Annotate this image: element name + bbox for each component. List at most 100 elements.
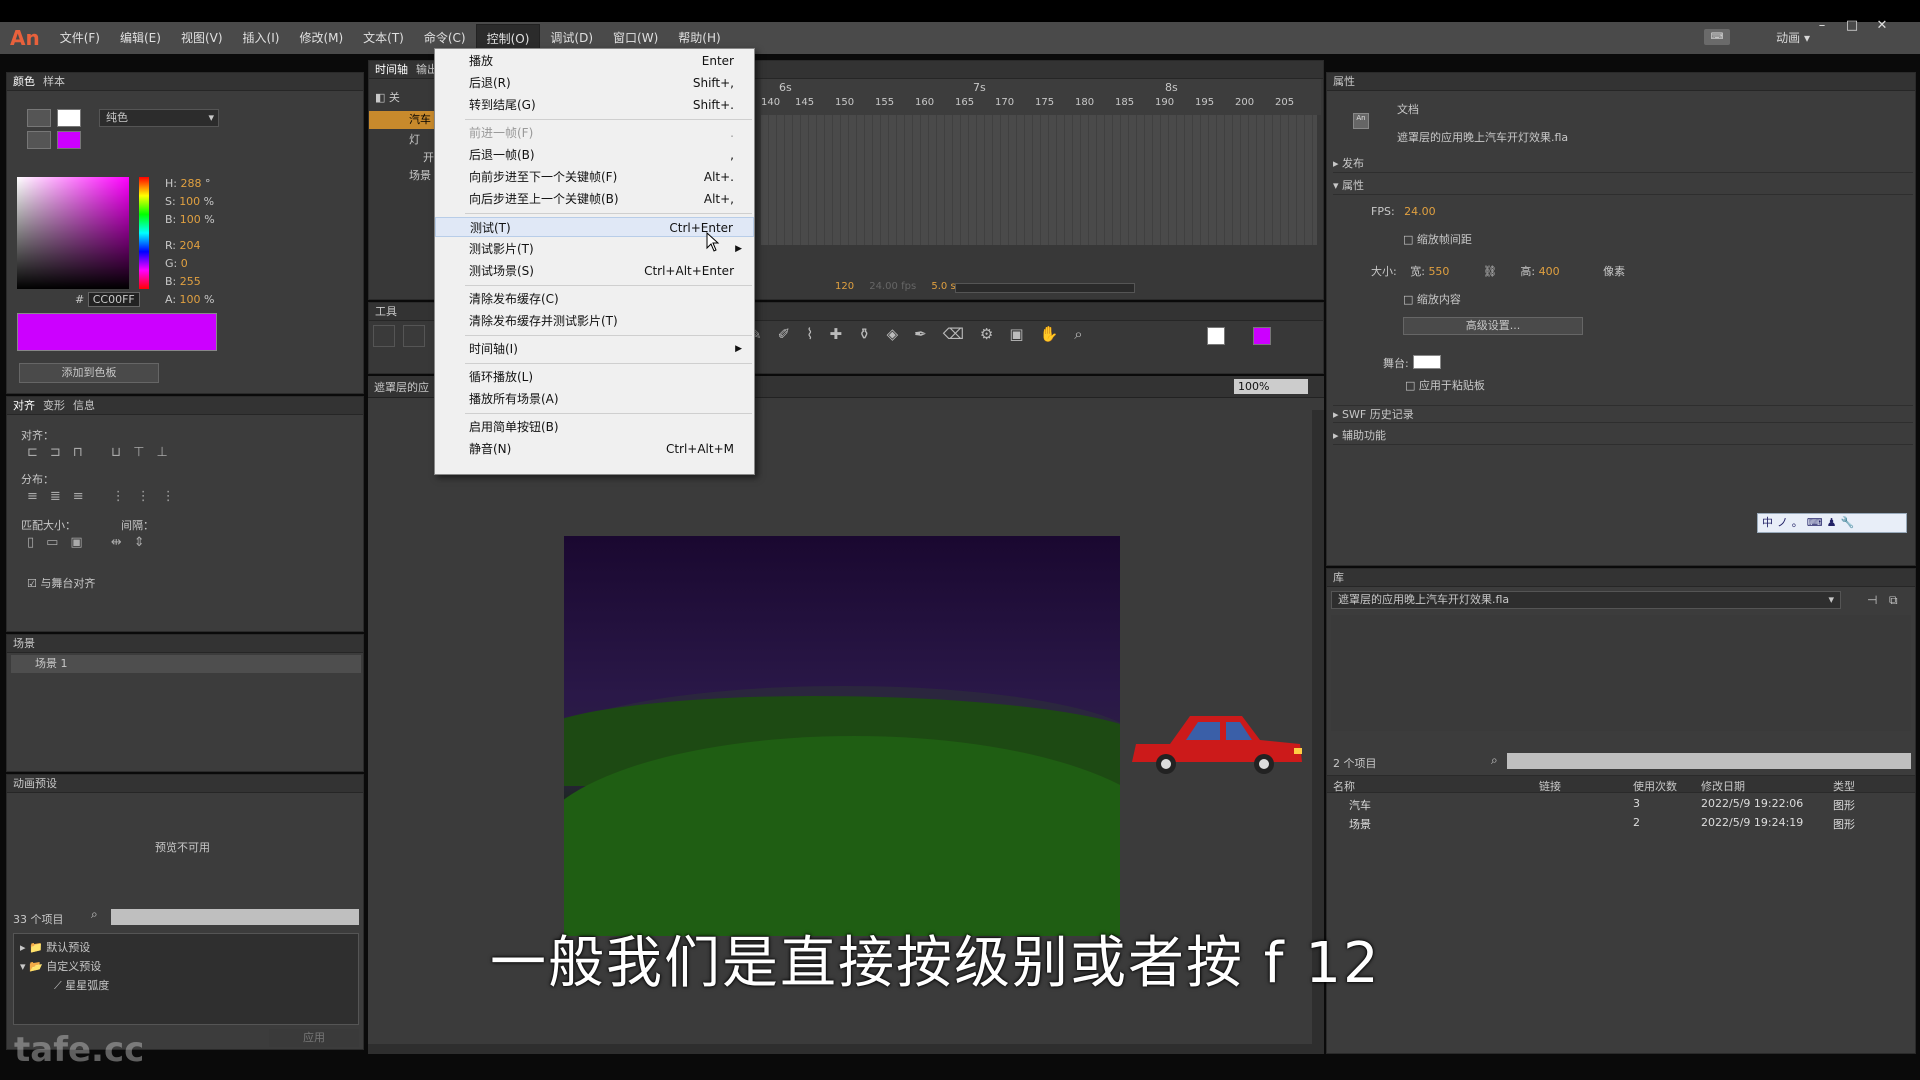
mouse-cursor-icon: [706, 232, 720, 252]
watermark: tafe.cc: [14, 1030, 145, 1070]
stroke-swatch[interactable]: [57, 109, 81, 127]
menu-timeline[interactable]: 时间轴(I) ▶: [435, 339, 754, 359]
tab-transform[interactable]: 变形: [43, 397, 65, 414]
car-icon[interactable]: [1130, 704, 1306, 776]
search-icon: ⌕: [91, 907, 98, 921]
selection-tool-icon[interactable]: [373, 325, 395, 347]
menu-enable-simple-buttons[interactable]: 启用简单按钮(B): [435, 417, 754, 437]
align-panel: 对齐 变形 信息 对齐： 分布： 匹配大小： 间隔： ⊏⊐⊓ ⊔⊤⊥ ≡≣≡ ⋮…: [6, 396, 364, 632]
menu-step-backward[interactable]: 后退一帧(B),: [435, 145, 754, 165]
menu-play-all-scenes[interactable]: 播放所有场景(A): [435, 389, 754, 409]
new-library-icon[interactable]: ⧉: [1889, 593, 1898, 608]
menu-modify[interactable]: 修改(M): [289, 24, 353, 52]
stroke-color-swatch[interactable]: [1207, 327, 1225, 345]
apply-to-pasteboard-checkbox[interactable]: □ 应用于粘贴板: [1405, 377, 1485, 393]
section-properties[interactable]: ▾ 属性: [1333, 177, 1913, 195]
layer-scene[interactable]: 场景: [385, 167, 431, 183]
scale-content-checkbox[interactable]: □ 缩放内容: [1403, 291, 1461, 307]
match-size-buttons[interactable]: ▯▭▣ ⇹⇕: [27, 535, 157, 550]
height-value: 400: [1538, 265, 1560, 278]
scene-row[interactable]: 场景 1: [11, 655, 361, 673]
document-name: 遮罩层的应用晚上汽车开灯效果.fla: [1397, 131, 1569, 144]
tab-info[interactable]: 信息: [73, 397, 95, 414]
menu-test-scene[interactable]: 测试场景(S) Ctrl+Alt+Enter: [435, 261, 754, 281]
menu-next-keyframe[interactable]: 向前步进至下一个关键帧(F) Alt+.: [435, 167, 754, 187]
library-row[interactable]: 场景 2 2022/5/9 19:24:19 图形: [1327, 814, 1917, 833]
tab-color[interactable]: 颜色: [13, 73, 35, 90]
menu-insert[interactable]: 插入(I): [233, 24, 290, 52]
menu-rewind[interactable]: 后退(R) Shift+,: [435, 73, 754, 93]
fill-color-swatch[interactable]: [1253, 327, 1271, 345]
tab-swatches[interactable]: 样本: [43, 73, 65, 90]
close-icon[interactable]: ✕: [1870, 18, 1894, 36]
tab-timeline[interactable]: 时间轴: [375, 61, 408, 78]
library-file-dropdown[interactable]: 遮罩层的应用晚上汽车开灯效果.fla ▾: [1331, 591, 1841, 609]
menu-edit[interactable]: 编辑(E): [110, 24, 171, 52]
folder-custom[interactable]: ▾ 📂 自定义预设: [20, 957, 352, 976]
tab-align[interactable]: 对齐: [13, 397, 35, 414]
section-accessibility[interactable]: ▸ 辅助功能: [1333, 427, 1913, 445]
menu-text[interactable]: 文本(T): [353, 24, 414, 52]
frame-ruler[interactable]: 140 145 150 155 160 165 170 175 180 185 …: [761, 97, 1321, 115]
menu-loop-playback[interactable]: 循环播放(L): [435, 367, 754, 387]
folder-default[interactable]: ▸ 📁 默认预设: [20, 938, 352, 957]
menu-go-to-end[interactable]: 转到结尾(G) Shift+.: [435, 95, 754, 115]
presets-search-input[interactable]: [111, 909, 359, 925]
menu-play[interactable]: 播放 Enter: [435, 51, 754, 71]
workspace-switcher[interactable]: 动画 ▾: [1776, 29, 1810, 46]
submenu-arrow-icon: ▶: [735, 244, 742, 254]
advanced-settings-button[interactable]: 高级设置...: [1403, 317, 1583, 335]
library-row[interactable]: 汽车 3 2022/5/9 19:22:06 图形: [1327, 795, 1917, 814]
zoom-dropdown[interactable]: 100%: [1234, 379, 1308, 394]
menu-bar: An 文件(F) 编辑(E) 视图(V) 插入(I) 修改(M) 文本(T) 命…: [0, 22, 1920, 54]
menu-view[interactable]: 视图(V): [171, 24, 233, 52]
scene-panel: 场景 场景 1: [6, 634, 364, 772]
properties-panel: 属性 An 文档 遮罩层的应用晚上汽车开灯效果.fla ▸ 发布 ▾ 属性 FP…: [1326, 72, 1916, 566]
maximize-icon[interactable]: □: [1840, 18, 1864, 36]
frame-grid[interactable]: [761, 115, 1317, 245]
stage-canvas[interactable]: [564, 536, 1120, 936]
menu-mute[interactable]: 静音(N) Ctrl+Alt+M: [435, 439, 754, 459]
current-frame: 120: [835, 281, 855, 292]
preset-item[interactable]: ⟋ 星星弧度: [20, 976, 352, 995]
section-publish[interactable]: ▸ 发布: [1333, 155, 1913, 173]
timeline-scrollbar[interactable]: [955, 283, 1135, 293]
layer-on[interactable]: 开: [399, 149, 434, 165]
fill-swatch[interactable]: [57, 131, 81, 149]
menu-file[interactable]: 文件(F): [50, 24, 110, 52]
section-swf-history[interactable]: ▸ SWF 历史记录: [1333, 405, 1913, 423]
motion-presets-panel: 动画预设 预览不可用 33 个项目 ⌕ ▸ 📁 默认预设 ▾ 📂 自定义预设 ⟋…: [6, 774, 364, 1050]
align-buttons[interactable]: ⊏⊐⊓ ⊔⊤⊥: [27, 445, 180, 460]
stroke-color-icon[interactable]: [27, 109, 51, 127]
stage-hscroll[interactable]: [368, 1044, 1324, 1054]
subselection-tool-icon[interactable]: [402, 325, 425, 347]
layer-light[interactable]: 灯: [385, 131, 420, 147]
scale-spans-checkbox[interactable]: □ 缩放帧间距: [1403, 231, 1472, 247]
hex-input[interactable]: CC00FF: [87, 292, 140, 307]
align-to-stage-checkbox[interactable]: ☑ 与舞台对齐: [27, 575, 95, 591]
layer-header: ◧ 关: [375, 91, 400, 104]
menu-step-forward[interactable]: 前进一帧(F).: [435, 123, 754, 143]
tool-icons-row[interactable]: ✎✐⌇✚⚱◈✒⌫⚙▣✋⌕: [749, 325, 1099, 343]
add-to-swatches-button[interactable]: 添加到色板: [19, 363, 159, 383]
color-picker-field[interactable]: [17, 177, 129, 289]
time-ruler[interactable]: 6s 7s 8s: [761, 79, 1321, 99]
fill-type-dropdown[interactable]: 纯色 ▾: [99, 109, 219, 127]
minimize-icon[interactable]: –: [1810, 18, 1834, 36]
keyboard-shortcuts-icon[interactable]: ⌨: [1704, 29, 1730, 45]
stage-color-swatch[interactable]: [1413, 355, 1441, 369]
width-value: 550: [1428, 265, 1450, 278]
library-search-input[interactable]: [1507, 753, 1911, 769]
library-panel: 库 遮罩层的应用晚上汽车开灯效果.fla ▾ ⊣ ⧉ 2 个项目 ⌕ 名称 链接 …: [1326, 568, 1916, 1054]
distribute-buttons[interactable]: ≡≣≡ ⋮⋮⋮: [27, 489, 187, 504]
pin-icon[interactable]: ⊣: [1867, 593, 1877, 607]
hue-slider[interactable]: [139, 177, 149, 289]
fill-bucket-icon[interactable]: [27, 131, 51, 149]
menu-prev-keyframe[interactable]: 向后步进至上一个关键帧(B) Alt+,: [435, 189, 754, 209]
menu-clear-publish-cache[interactable]: 清除发布缓存(C): [435, 289, 754, 309]
apply-button[interactable]: 应用: [269, 1029, 359, 1047]
green-hill: [564, 736, 1120, 936]
ime-toolbar[interactable]: 中ノ。⌨♟🔧: [1757, 513, 1907, 533]
breadcrumb[interactable]: 遮罩层的应: [374, 379, 429, 395]
menu-clear-cache-test[interactable]: 清除发布缓存并测试影片(T): [435, 311, 754, 331]
